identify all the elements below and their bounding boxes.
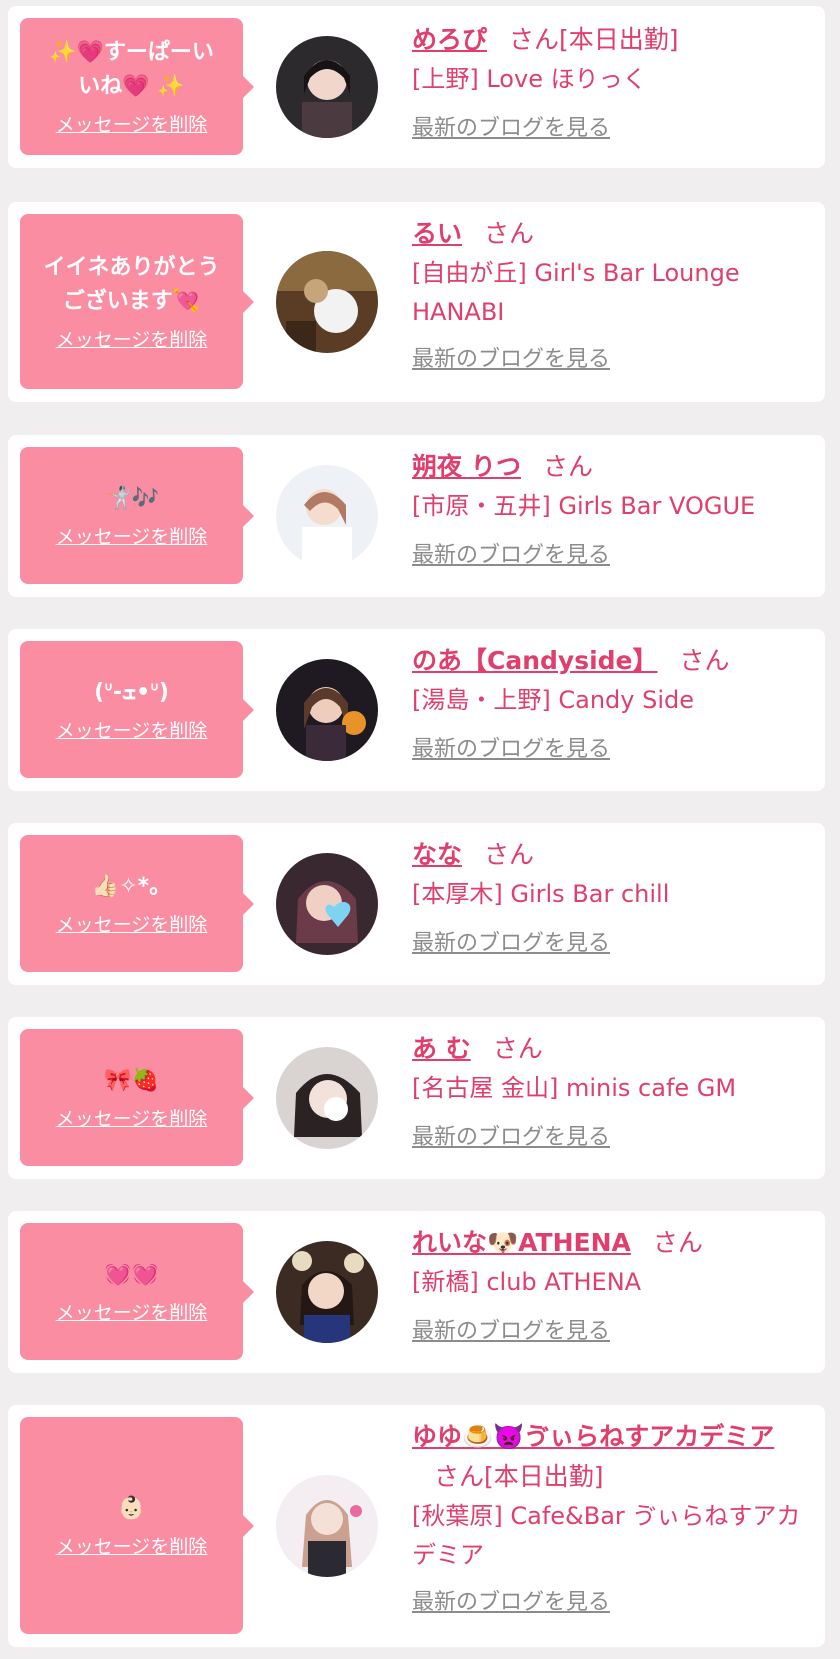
cast-info: のあ【Candyside】 さん [湯島・上野] Candy Side 最新のブロ… — [412, 641, 812, 767]
cast-name-link[interactable]: あ む — [412, 1034, 471, 1063]
blog-link[interactable]: 最新のブログを見る — [412, 733, 610, 767]
delete-message-link[interactable]: メッセージを削除 — [56, 1298, 208, 1325]
message-text: 👶🏻 — [117, 1496, 146, 1521]
cast-name-link[interactable]: のあ【Candyside】 — [412, 646, 658, 675]
shop-name: [上野] Love ほりっく — [412, 65, 647, 93]
cast-info: ゆゆ🍮👿ゔぃらねすアカデミアさん[本日出勤] [秋葉原] Cafe&Bar ゔぃ… — [412, 1417, 812, 1620]
cast-info: れいな🐶ATHENA さん [新橋] club ATHENA 最新のブログを見る — [412, 1223, 812, 1349]
delete-message-link[interactable]: メッセージを削除 — [56, 1104, 208, 1131]
honorific: さん — [542, 452, 593, 481]
shop-name: [秋葉原] Cafe&Bar ゔぃらねすアカデミア — [412, 1502, 801, 1569]
list-item: 💓💓 メッセージを削除 れいな🐶ATHENA さん [新橋] club ATHEN… — [8, 1211, 825, 1373]
message-bubble: ✨💗すーぱーい いね💗 ✨ メッセージを削除 — [20, 18, 254, 155]
message-bubble: (ᐡ-ܫ•ᐡ) メッセージを削除 — [20, 641, 254, 778]
delete-message-link[interactable]: メッセージを削除 — [56, 110, 208, 137]
honorific: さん — [484, 219, 535, 248]
cast-name-link[interactable]: めろぴ — [412, 25, 487, 54]
cast-name-link[interactable]: なな — [412, 840, 462, 869]
message-text: 🤺🎶 — [104, 486, 159, 511]
shop-name: [湯島・上野] Candy Side — [412, 686, 694, 714]
blog-link[interactable]: 最新のブログを見る — [412, 1586, 610, 1620]
message-bubble: 👍🏻✧︎*。 メッセージを削除 — [20, 835, 254, 972]
message-text: 💓💓 — [104, 1262, 159, 1287]
delete-message-link[interactable]: メッセージを削除 — [56, 910, 208, 937]
honorific: さん — [509, 25, 560, 54]
avatar[interactable] — [276, 1241, 378, 1343]
cast-name-link[interactable]: るい — [412, 219, 462, 248]
status-badge: [本日出勤] — [559, 25, 679, 54]
avatar[interactable] — [276, 251, 378, 353]
message-bubble: 👶🏻 メッセージを削除 — [20, 1417, 254, 1634]
message-list: ✨💗すーぱーい いね💗 ✨ メッセージを削除 めろぴ さん[本日出勤] [上野] … — [0, 0, 840, 1659]
delete-message-link[interactable]: メッセージを削除 — [56, 1532, 208, 1559]
message-text: イイネありがとう ございます💘 — [43, 255, 220, 314]
list-item: 👶🏻 メッセージを削除 ゆゆ🍮👿ゔぃらねすアカデミアさん[本日出勤] [秋葉原]… — [8, 1405, 825, 1647]
avatar[interactable] — [276, 465, 378, 567]
cast-name-link[interactable]: れいな🐶ATHENA — [412, 1228, 631, 1257]
blog-link[interactable]: 最新のブログを見る — [412, 1121, 610, 1155]
cast-info: 朔夜 りつ さん [市原・五井] Girls Bar VOGUE 最新のブログを見… — [412, 447, 812, 573]
shop-name: [自由が丘] Girl's Bar Lounge HANABI — [412, 259, 740, 326]
message-text: 👍🏻✧︎*。 — [91, 874, 172, 899]
honorific: さん — [434, 1462, 485, 1491]
message-text: 🎀🍓 — [104, 1068, 159, 1093]
cast-name-link[interactable]: ゆゆ🍮👿ゔぃらねすアカデミア — [412, 1422, 774, 1451]
avatar[interactable] — [276, 1047, 378, 1149]
list-item: 🎀🍓 メッセージを削除 あ むさん [名古屋 金山] minis cafe GM… — [8, 1017, 825, 1179]
honorific: さん — [652, 1228, 703, 1257]
cast-info: めろぴ さん[本日出勤] [上野] Love ほりっく 最新のブログを見る — [412, 20, 812, 146]
delete-message-link[interactable]: メッセージを削除 — [56, 325, 208, 352]
cast-info: るい さん [自由が丘] Girl's Bar Lounge HANABI 最新の… — [412, 214, 812, 377]
message-bubble: 💓💓 メッセージを削除 — [20, 1223, 254, 1360]
blog-link[interactable]: 最新のブログを見る — [412, 927, 610, 961]
delete-message-link[interactable]: メッセージを削除 — [56, 716, 208, 743]
blog-link[interactable]: 最新のブログを見る — [412, 343, 610, 377]
list-item: 🤺🎶 メッセージを削除 朔夜 りつ さん [市原・五井] Girls Bar VO… — [8, 435, 825, 597]
blog-link[interactable]: 最新のブログを見る — [412, 539, 610, 573]
blog-link[interactable]: 最新のブログを見る — [412, 1315, 610, 1349]
status-badge: [本日出勤] — [484, 1462, 604, 1491]
shop-name: [本厚木] Girls Bar chill — [412, 880, 670, 908]
message-bubble: イイネありがとう ございます💘 メッセージを削除 — [20, 214, 254, 389]
avatar[interactable] — [276, 1475, 378, 1577]
avatar[interactable] — [276, 36, 378, 138]
cast-name-link[interactable]: 朔夜 りつ — [412, 452, 521, 481]
shop-name: [新橋] club ATHENA — [412, 1268, 642, 1296]
delete-message-link[interactable]: メッセージを削除 — [56, 522, 208, 549]
honorific: さん — [484, 840, 535, 869]
blog-link[interactable]: 最新のブログを見る — [412, 112, 610, 146]
message-text: (ᐡ-ܫ•ᐡ) — [94, 680, 169, 705]
list-item: 👍🏻✧︎*。 メッセージを削除 なな さん [本厚木] Girls Bar chi… — [8, 823, 825, 985]
list-item: (ᐡ-ܫ•ᐡ) メッセージを削除 のあ【Candyside】 さん [湯島・上野]… — [8, 629, 825, 791]
cast-info: あ むさん [名古屋 金山] minis cafe GM 最新のブログを見る — [412, 1029, 812, 1155]
cast-info: なな さん [本厚木] Girls Bar chill 最新のブログを見る — [412, 835, 812, 961]
shop-name: [名古屋 金山] minis cafe GM — [412, 1074, 737, 1102]
avatar[interactable] — [276, 853, 378, 955]
message-bubble: 🤺🎶 メッセージを削除 — [20, 447, 254, 584]
message-bubble: 🎀🍓 メッセージを削除 — [20, 1029, 254, 1166]
avatar[interactable] — [276, 659, 378, 761]
shop-name: [市原・五井] Girls Bar VOGUE — [412, 492, 756, 520]
message-text: ✨💗すーぱーい いね💗 ✨ — [49, 40, 214, 99]
list-item: イイネありがとう ございます💘 メッセージを削除 るい さん [自由が丘] Gir… — [8, 202, 825, 402]
honorific: さん — [679, 646, 730, 675]
honorific: さん — [492, 1034, 543, 1063]
list-item: ✨💗すーぱーい いね💗 ✨ メッセージを削除 めろぴ さん[本日出勤] [上野] … — [8, 6, 825, 168]
